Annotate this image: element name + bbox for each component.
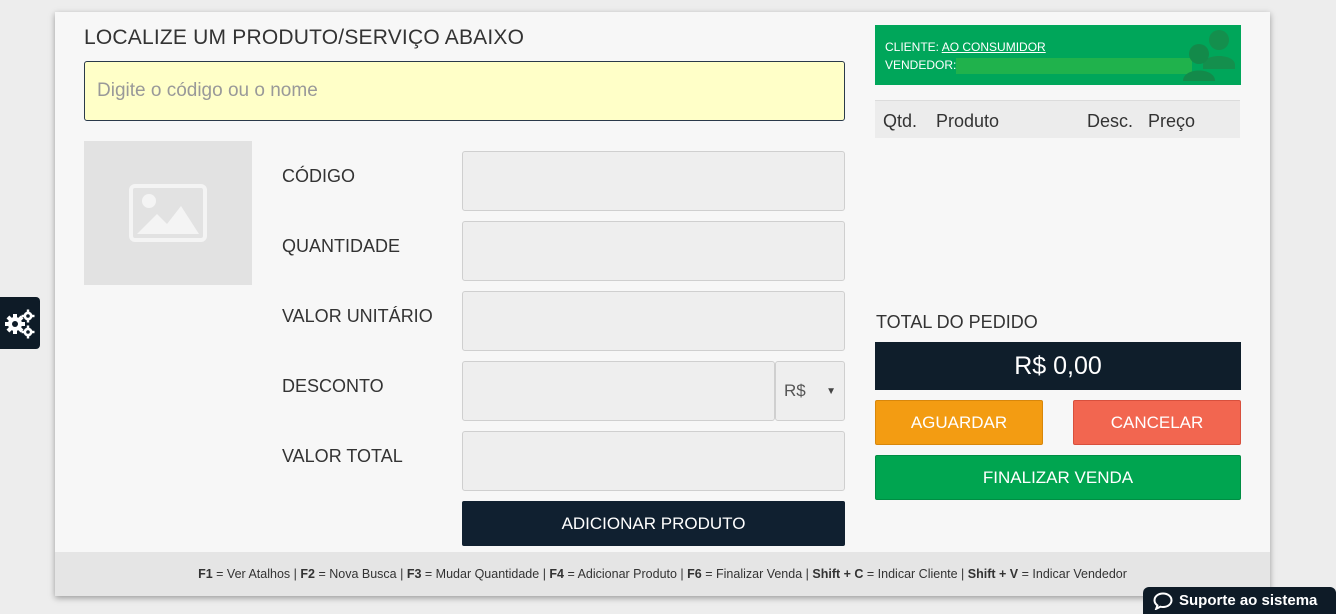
- shortcut-key: F1: [198, 567, 213, 581]
- shortcut-key: Shift + C: [812, 567, 864, 581]
- discount-currency-select[interactable]: R$ ▼: [775, 361, 845, 421]
- code-field[interactable]: [462, 151, 845, 211]
- settings-tab[interactable]: [0, 297, 40, 349]
- client-link[interactable]: AO CONSUMIDOR: [942, 40, 1046, 54]
- shortcut-desc: Indicar Vendedor: [1032, 567, 1127, 581]
- quantity-field[interactable]: [462, 221, 845, 281]
- total-value-label: VALOR TOTAL: [282, 446, 403, 466]
- shortcut-desc: Adicionar Produto: [577, 567, 677, 581]
- shortcut-key: Shift + V: [967, 567, 1019, 581]
- shortcut-desc: Mudar Quantidade: [435, 567, 540, 581]
- cart-col-product: Produto: [936, 111, 1000, 131]
- support-label: Suporte ao sistema: [1179, 592, 1318, 609]
- cart-col-price: Preço: [1148, 111, 1196, 131]
- seller-value[interactable]: [956, 57, 1193, 74]
- client-info-box: CLIENTE: AO CONSUMIDOR VENDEDOR:: [875, 25, 1241, 85]
- discount-field[interactable]: [462, 361, 775, 421]
- shortcut-desc: Finalizar Venda: [716, 567, 803, 581]
- users-icon: [1183, 30, 1235, 81]
- add-product-button[interactable]: ADICIONAR PRODUTO: [462, 501, 845, 546]
- cart-header: Qtd. Produto Desc. Preço: [875, 100, 1240, 138]
- finish-sale-button[interactable]: FINALIZAR VENDA: [875, 455, 1241, 500]
- shortcut-key: F2: [300, 567, 315, 581]
- unit-value-label: VALOR UNITÁRIO: [282, 306, 433, 326]
- code-label: CÓDIGO: [282, 166, 356, 186]
- chat-bubble-icon: [1153, 591, 1173, 610]
- search-title: LOCALIZE UM PRODUTO/SERVIÇO ABAIXO: [84, 26, 525, 49]
- image-icon: [129, 184, 207, 242]
- shortcut-desc: Ver Atalhos: [226, 567, 291, 581]
- shortcut-key: F3: [406, 567, 422, 581]
- cart-col-qty: Qtd.: [883, 111, 918, 131]
- quantity-label: QUANTIDADE: [282, 236, 401, 256]
- shortcut-key: F4: [549, 567, 565, 581]
- cart-col-discount: Desc.: [1087, 111, 1134, 131]
- currency-value: R$: [784, 381, 806, 400]
- caret-down-icon: ▼: [826, 385, 836, 397]
- order-total-value: R$ 0,00: [875, 342, 1241, 390]
- product-image-placeholder: [84, 141, 252, 285]
- shortcut-desc: Nova Busca: [329, 567, 397, 581]
- shortcut-key: F6: [687, 567, 702, 581]
- total-value-field[interactable]: [462, 431, 845, 491]
- client-label: CLIENTE:: [885, 40, 940, 54]
- order-total-label: TOTAL DO PEDIDO: [876, 312, 1038, 332]
- pos-card: LOCALIZE UM PRODUTO/SERVIÇO ABAIXO CÓDIG…: [55, 12, 1270, 596]
- wait-button[interactable]: AGUARDAR: [875, 400, 1043, 445]
- discount-label: DESCONTO: [282, 376, 384, 396]
- search-input[interactable]: [84, 61, 845, 121]
- support-button[interactable]: Suporte ao sistema: [1143, 587, 1336, 614]
- cancel-button[interactable]: CANCELAR: [1073, 400, 1241, 445]
- shortcuts-footer: F1 = Ver Atalhos | F2 = Nova Busca | F3 …: [55, 552, 1270, 596]
- shortcut-desc: Indicar Cliente: [877, 567, 958, 581]
- gears-icon: [5, 309, 35, 339]
- unit-value-field[interactable]: [462, 291, 845, 351]
- seller-label: VENDEDOR:: [885, 58, 957, 72]
